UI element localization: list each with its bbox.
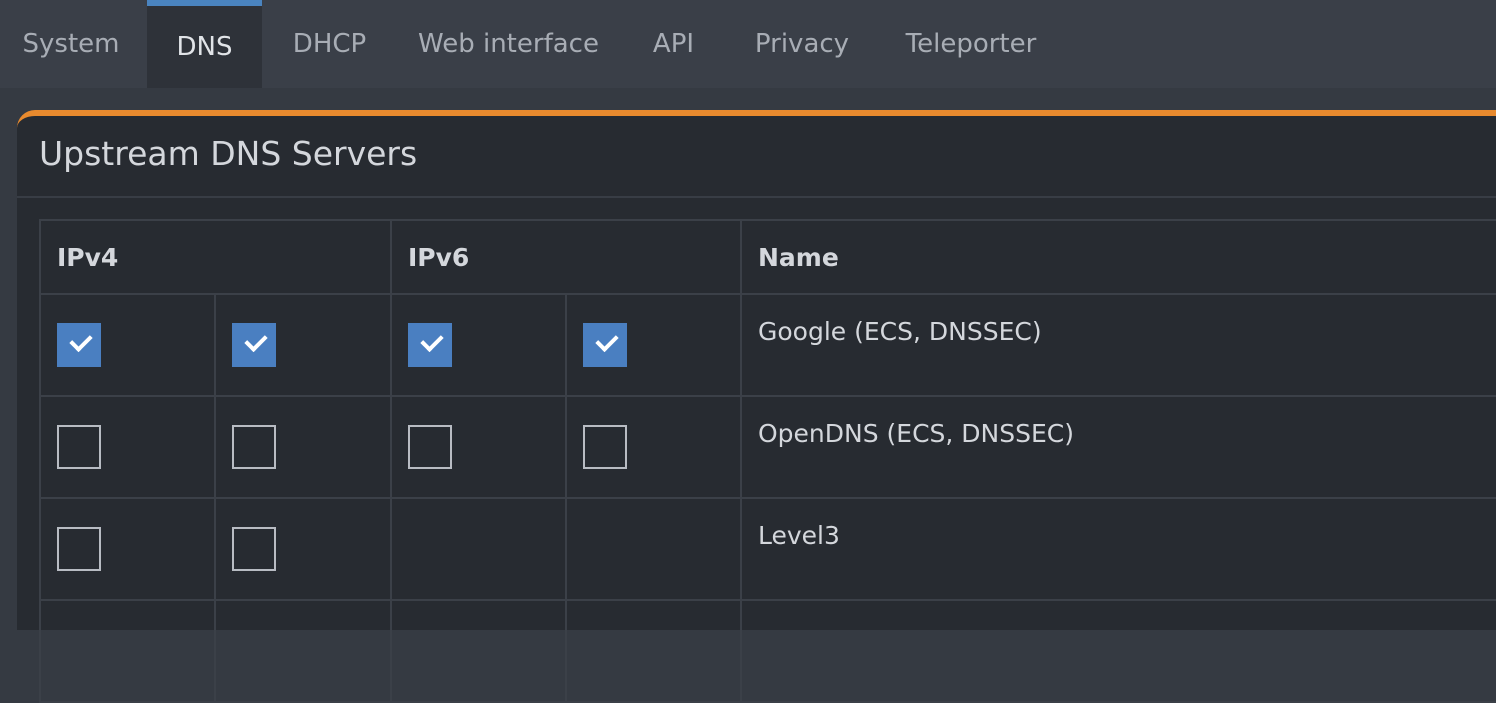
cell-ipv6-secondary	[565, 293, 742, 397]
checkbox-opendns-ipv6-1[interactable]	[408, 425, 452, 469]
tab-dns[interactable]: DNS	[147, 0, 262, 88]
checkbox-opendns-ipv4-2[interactable]	[232, 425, 276, 469]
cell-ipv6-primary	[390, 497, 567, 601]
cell-ipv4-secondary	[214, 293, 392, 397]
upstream-dns-table: IPv4 IPv6 Name Google (ECS, DNSSEC) Open…	[39, 219, 1496, 703]
settings-tab-bar: System DNS DHCP Web interface API Privac…	[0, 0, 1496, 88]
column-header-name: Name	[740, 219, 1496, 295]
cell-ipv4-secondary	[214, 497, 392, 601]
checkbox-google-ipv4-2[interactable]	[232, 323, 276, 367]
dns-provider-name: OpenDNS (ECS, DNSSEC)	[740, 395, 1496, 499]
column-header-ipv6: IPv6	[390, 219, 742, 295]
cell-ipv4-primary	[39, 395, 216, 499]
tab-teleporter[interactable]: Teleporter	[877, 0, 1065, 88]
cell-empty	[214, 599, 392, 703]
cell-empty	[39, 599, 216, 703]
table-header-row: IPv4 IPv6 Name	[39, 219, 1496, 295]
table-row	[39, 599, 1496, 703]
table-row: OpenDNS (ECS, DNSSEC)	[39, 395, 1496, 499]
table-row: Google (ECS, DNSSEC)	[39, 293, 1496, 397]
tab-dhcp[interactable]: DHCP	[262, 0, 397, 88]
table-row: Level3	[39, 497, 1496, 601]
upstream-dns-panel: Upstream DNS Servers IPv4 IPv6 Name Goog…	[17, 110, 1496, 703]
dns-provider-name: Google (ECS, DNSSEC)	[740, 293, 1496, 397]
tab-web-interface[interactable]: Web interface	[397, 0, 620, 88]
cell-ipv4-secondary	[214, 395, 392, 499]
cell-empty	[740, 599, 1496, 703]
checkbox-opendns-ipv6-2[interactable]	[583, 425, 627, 469]
panel-header: Upstream DNS Servers	[17, 116, 1496, 198]
cell-ipv6-secondary	[565, 395, 742, 499]
cell-ipv6-primary	[390, 293, 567, 397]
tab-privacy[interactable]: Privacy	[727, 0, 877, 88]
panel-title: Upstream DNS Servers	[39, 134, 418, 173]
dns-provider-name: Level3	[740, 497, 1496, 601]
cell-ipv4-primary	[39, 293, 216, 397]
checkbox-opendns-ipv4-1[interactable]	[57, 425, 101, 469]
tab-system[interactable]: System	[0, 0, 142, 88]
checkbox-google-ipv6-2[interactable]	[583, 323, 627, 367]
checkbox-google-ipv6-1[interactable]	[408, 323, 452, 367]
checkbox-level3-ipv4-2[interactable]	[232, 527, 276, 571]
cell-ipv6-secondary	[565, 497, 742, 601]
checkbox-google-ipv4-1[interactable]	[57, 323, 101, 367]
cell-ipv4-primary	[39, 497, 216, 601]
cell-ipv6-primary	[390, 395, 567, 499]
column-header-ipv4: IPv4	[39, 219, 392, 295]
tab-api[interactable]: API	[620, 0, 727, 88]
cell-empty	[565, 599, 742, 703]
cell-empty	[390, 599, 567, 703]
checkbox-level3-ipv4-1[interactable]	[57, 527, 101, 571]
